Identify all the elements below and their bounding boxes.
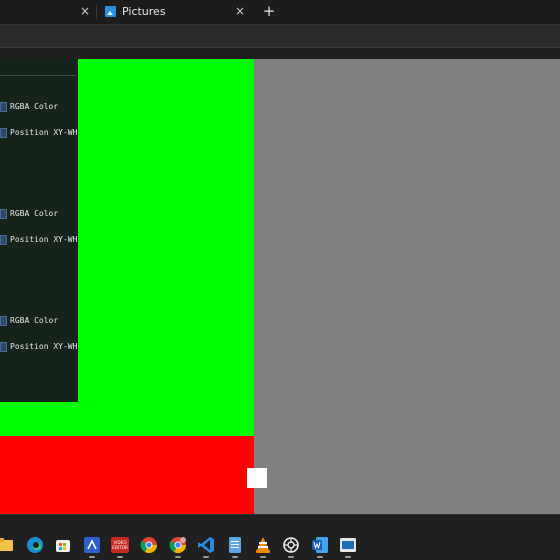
property-label: Position XY-WH <box>10 235 78 244</box>
canvas[interactable]: RGBA Color Position XY-WH RGBA Color Pos… <box>0 59 560 514</box>
property-label: RGBA Color <box>10 209 59 218</box>
tab-label: Pictures <box>122 5 166 18</box>
property-label: Position XY-WH <box>10 128 78 137</box>
new-tab-button[interactable]: + <box>261 3 277 19</box>
video-editor-icon[interactable]: VIDEO EDITOR <box>111 536 129 554</box>
running-indicator <box>89 556 95 558</box>
running-indicator <box>345 556 351 558</box>
tab-pictures[interactable]: Pictures × <box>100 0 256 24</box>
pictures-icon <box>105 6 116 17</box>
position-icon <box>0 342 7 352</box>
vscode-icon[interactable] <box>197 536 215 554</box>
video-editor-text: EDITOR <box>112 545 128 550</box>
running-indicator <box>175 556 181 558</box>
store-icon[interactable] <box>54 536 72 554</box>
edge-icon[interactable] <box>26 536 44 554</box>
property-label: RGBA Color <box>10 316 59 325</box>
vs-blue-icon[interactable] <box>83 536 101 554</box>
word-icon[interactable] <box>311 536 329 554</box>
color-swatch-icon <box>0 102 7 112</box>
running-indicator <box>117 556 123 558</box>
position-icon <box>0 235 7 245</box>
app-window-icon[interactable] <box>339 536 357 554</box>
running-indicator <box>317 556 323 558</box>
vlc-icon[interactable] <box>254 536 272 554</box>
panel-divider <box>0 75 76 76</box>
close-tab-icon[interactable]: × <box>78 4 92 18</box>
tab-bar: × Pictures × + <box>0 0 560 24</box>
toolbar <box>0 24 560 48</box>
color-swatch-icon <box>0 209 7 219</box>
running-indicator <box>260 556 266 558</box>
color-swatch-icon <box>0 316 7 326</box>
running-indicator <box>232 556 238 558</box>
tab-divider <box>96 5 97 19</box>
running-indicator <box>203 556 209 558</box>
property-label: Position XY-WH <box>10 342 78 351</box>
app-root: × Pictures × + RGBA Color Position XY-WH <box>0 0 560 560</box>
taskbar: VIDEO EDITOR <box>0 514 560 560</box>
running-indicator <box>288 556 294 558</box>
file-explorer-icon[interactable] <box>0 536 15 554</box>
inspector-panel: RGBA Color Position XY-WH RGBA Color Pos… <box>0 59 78 402</box>
white-square-handle[interactable] <box>247 468 267 488</box>
close-tab-icon[interactable]: × <box>233 4 247 18</box>
toolbar-strip <box>0 48 560 59</box>
property-label: RGBA Color <box>10 102 59 111</box>
chrome-profile-icon[interactable] <box>169 536 187 554</box>
position-icon <box>0 128 7 138</box>
red-rectangle[interactable] <box>0 436 254 514</box>
chrome-icon[interactable] <box>140 536 158 554</box>
chatgpt-icon[interactable] <box>282 536 300 554</box>
notepad-icon[interactable] <box>226 536 244 554</box>
